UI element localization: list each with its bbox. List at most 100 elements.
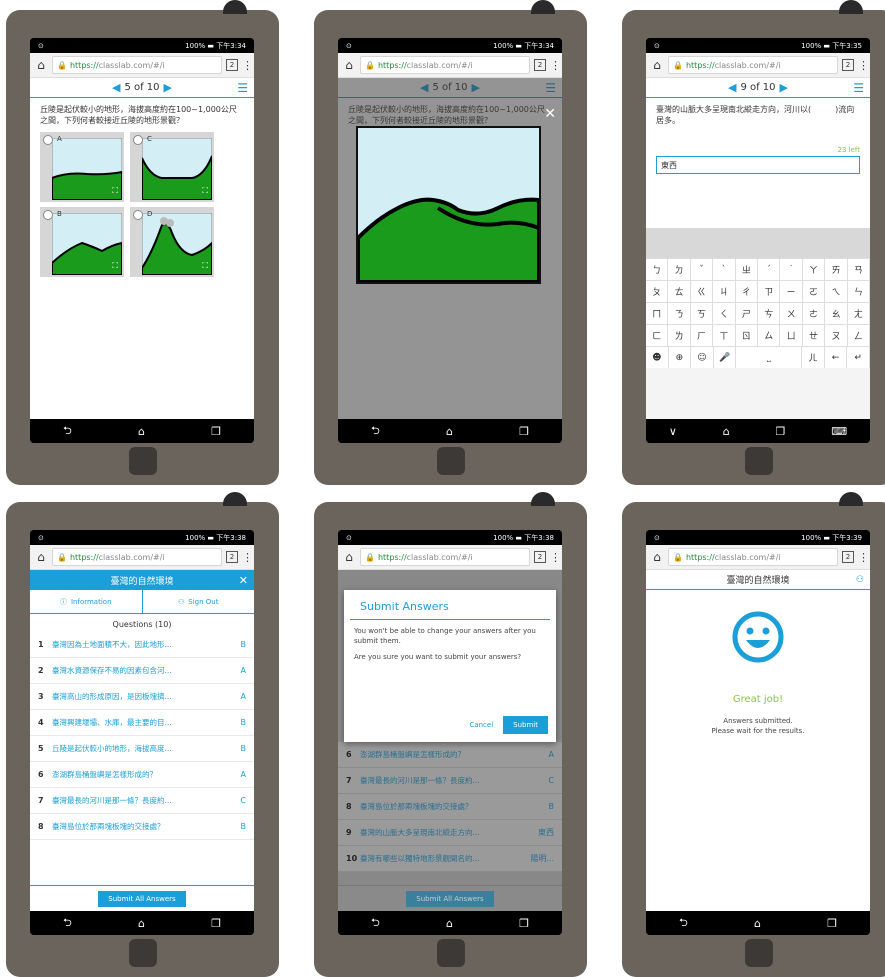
key[interactable]: ㄚ <box>802 259 826 280</box>
option-c[interactable]: C ⛶ <box>130 132 214 202</box>
keyboard-icon[interactable]: ⌨ <box>831 425 847 438</box>
question-row[interactable]: 3 臺灣高山的形成原因，是因板塊擠... A <box>30 684 254 710</box>
home-button[interactable] <box>128 939 157 967</box>
mic-key[interactable]: 🎤 <box>713 347 737 368</box>
information-tab[interactable]: ⓘ Information <box>30 590 143 613</box>
home-button[interactable] <box>436 939 465 967</box>
submit-all-button[interactable]: Submit All Answers <box>98 890 186 907</box>
question-row[interactable]: 2 臺灣水資源保存不易的因素包含河... A <box>30 658 254 684</box>
recent-icon[interactable]: ❐ <box>211 917 221 930</box>
prev-icon[interactable]: ◀ <box>728 81 736 94</box>
key[interactable]: ㄙ <box>758 325 781 346</box>
recent-icon[interactable]: ❐ <box>519 917 529 930</box>
next-icon[interactable]: ▶ <box>164 81 172 94</box>
home-icon[interactable]: ⌂ <box>650 58 664 72</box>
url-field[interactable]: 🔒 https://classlab.com/#/i <box>52 548 222 566</box>
url-field[interactable]: 🔒 https://classlab.com/#/i <box>668 56 838 74</box>
key[interactable]: ㄡ <box>825 325 848 346</box>
question-row[interactable]: 4 臺灣興建堰壩、水庫，最主要的目... B <box>30 710 254 736</box>
home-icon[interactable]: ⌂ <box>342 58 356 72</box>
key[interactable]: ㄉ <box>668 259 691 280</box>
key[interactable]: ㄘ <box>758 303 781 324</box>
answer-input[interactable]: 東西 <box>656 156 860 174</box>
key[interactable]: ㄝ <box>802 325 826 346</box>
more-icon[interactable]: ⋮ <box>242 551 253 564</box>
more-icon[interactable]: ⋮ <box>858 551 869 564</box>
emoji-key[interactable]: ☻ <box>646 347 669 368</box>
users-icon[interactable]: ⚇ <box>856 575 864 585</box>
key[interactable]: ㄢ <box>847 259 870 280</box>
key[interactable]: ㄣ <box>847 281 870 302</box>
hide-keyboard-icon[interactable]: ∨ <box>669 425 677 438</box>
more-icon[interactable]: ⋮ <box>550 551 561 564</box>
radio[interactable] <box>43 135 53 145</box>
recent-icon[interactable]: ❐ <box>776 425 786 438</box>
option-b[interactable]: B ⛶ <box>40 207 124 277</box>
sign-out-tab[interactable]: ⚇ Sign Out <box>143 590 255 613</box>
home-icon[interactable]: ⌂ <box>342 550 356 564</box>
home-nav-icon[interactable]: ⌂ <box>138 425 145 438</box>
tab-count[interactable]: 2 <box>226 551 238 563</box>
question-row[interactable]: 1 臺灣因為土地面積不大，因此地形... B <box>30 632 254 658</box>
url-field[interactable]: 🔒 https://classlab.com/#/i <box>360 56 530 74</box>
radio[interactable] <box>133 135 143 145</box>
key[interactable]: ㄅ <box>646 259 669 280</box>
option-a[interactable]: A ⛶ <box>40 132 124 202</box>
key[interactable]: ˙ <box>780 259 803 280</box>
key[interactable]: ㄊ <box>668 281 691 302</box>
key[interactable]: ㄜ <box>802 303 826 324</box>
enter-key[interactable]: ↵ <box>847 347 870 368</box>
home-nav-icon[interactable]: ⌂ <box>446 917 453 930</box>
key[interactable]: ㄋ <box>668 303 691 324</box>
key[interactable]: ㄆ <box>646 281 669 302</box>
key[interactable]: ㄖ <box>735 325 759 346</box>
home-icon[interactable]: ⌂ <box>34 550 48 564</box>
expand-icon[interactable]: ⛶ <box>202 186 208 196</box>
home-nav-icon[interactable]: ⌂ <box>754 917 761 930</box>
home-button[interactable] <box>744 939 773 967</box>
recent-icon[interactable]: ❐ <box>827 917 837 930</box>
key[interactable]: ㄌ <box>668 325 691 346</box>
key[interactable]: ㄞ <box>825 259 848 280</box>
globe-key[interactable]: ⊕ <box>668 347 692 368</box>
close-icon[interactable]: ✕ <box>239 574 248 587</box>
back-icon[interactable]: ⮌ <box>63 914 72 933</box>
more-icon[interactable]: ⋮ <box>858 59 869 72</box>
key[interactable]: ㄏ <box>690 325 714 346</box>
url-field[interactable]: 🔒 https://classlab.com/#/i <box>360 548 530 566</box>
tab-count[interactable]: 2 <box>534 59 546 71</box>
tab-count[interactable]: 2 <box>534 551 546 563</box>
key[interactable]: ㄎ <box>690 303 714 324</box>
home-button[interactable] <box>128 447 157 475</box>
key[interactable]: ㄧ <box>780 281 803 302</box>
tab-count[interactable]: 2 <box>842 59 854 71</box>
key[interactable]: ㄟ <box>825 281 848 302</box>
space-key[interactable]: ⎵ <box>736 347 803 368</box>
smile-key[interactable]: ☺ <box>691 347 714 368</box>
backspace-key[interactable]: ← <box>824 347 848 368</box>
question-row[interactable]: 5 丘陵是起伏較小的地形，海拔高度... B <box>30 736 254 762</box>
key[interactable]: ㄛ <box>802 281 826 302</box>
key[interactable]: ㄓ <box>735 259 759 280</box>
key[interactable]: ㄑ <box>713 303 736 324</box>
key[interactable]: ㄗ <box>758 281 781 302</box>
home-button[interactable] <box>744 447 773 475</box>
close-icon[interactable]: ✕ <box>544 106 556 122</box>
back-icon[interactable]: ⮌ <box>63 422 72 441</box>
home-nav-icon[interactable]: ⌂ <box>138 917 145 930</box>
home-button[interactable] <box>436 447 465 475</box>
key[interactable]: ㄕ <box>735 303 759 324</box>
expand-icon[interactable]: ⛶ <box>202 261 208 271</box>
home-icon[interactable]: ⌂ <box>34 58 48 72</box>
key[interactable]: ㄒ <box>713 325 736 346</box>
back-icon[interactable]: ⮌ <box>371 422 380 441</box>
question-row[interactable]: 8 臺灣島位於那兩塊板塊的交接處？ B <box>30 814 254 840</box>
home-nav-icon[interactable]: ⌂ <box>446 425 453 438</box>
key[interactable]: ㄇ <box>646 303 669 324</box>
cancel-button[interactable]: Cancel <box>469 721 493 729</box>
key[interactable]: ㄨ <box>780 303 803 324</box>
expand-icon[interactable]: ⛶ <box>112 186 118 196</box>
key[interactable]: ˋ <box>713 259 736 280</box>
radio[interactable] <box>133 210 143 220</box>
tab-count[interactable]: 2 <box>226 59 238 71</box>
